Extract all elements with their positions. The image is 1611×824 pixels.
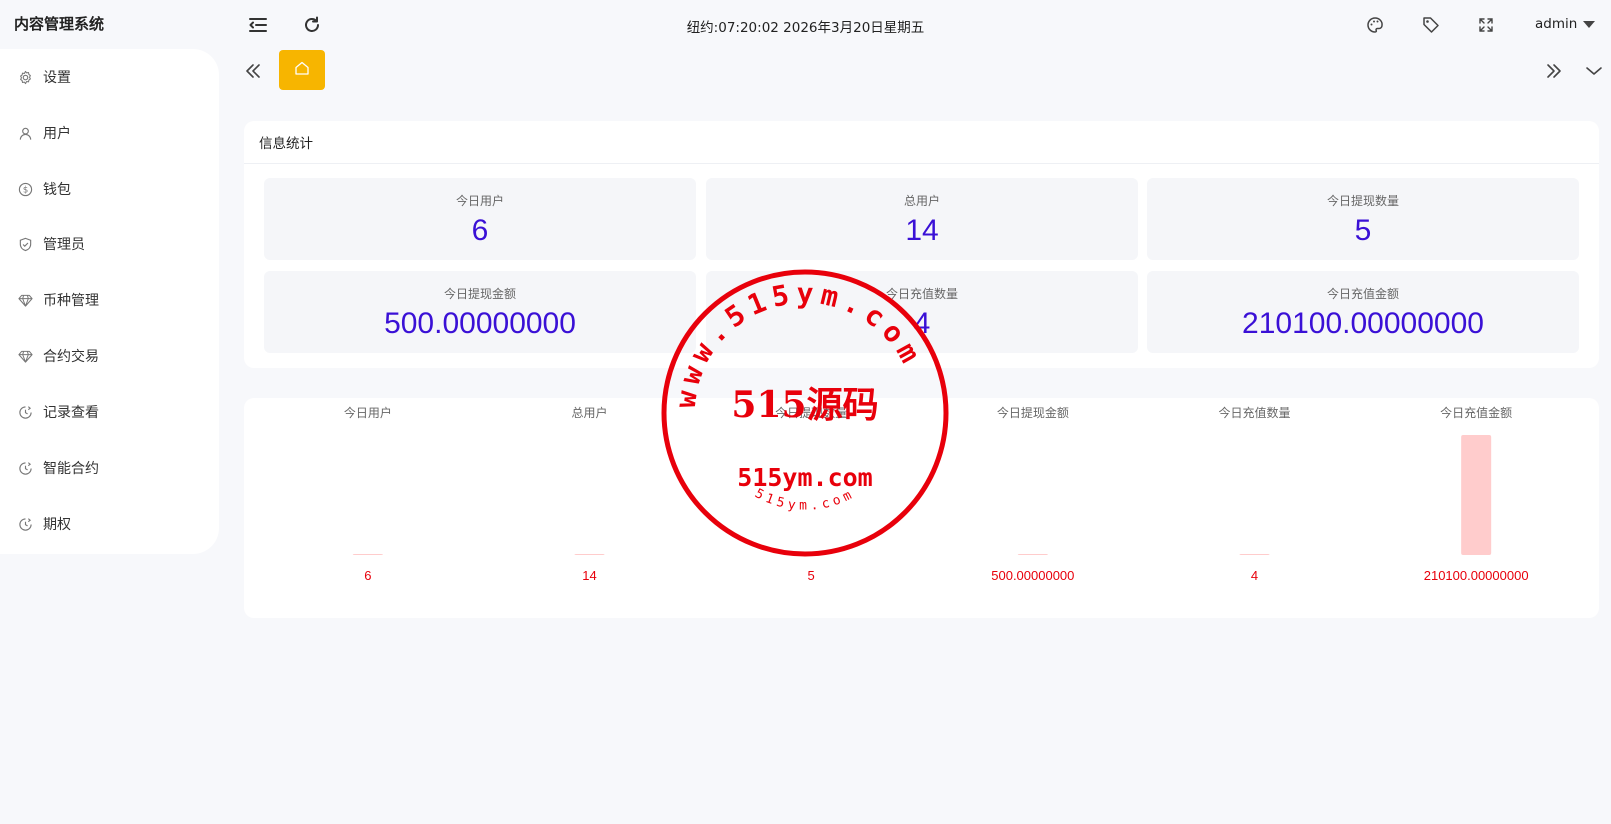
sidebar: 设置 用户 $ 钱包 管理员 币种管理 合约交易 记录查看 智能合约 期权 [0, 49, 219, 554]
tag-icon[interactable] [1420, 14, 1442, 36]
stat-value: 5 [1354, 214, 1372, 247]
divider [244, 163, 1599, 164]
sidebar-item-users[interactable]: 用户 [0, 115, 219, 151]
diamond-icon [17, 292, 33, 308]
stat-label: 总用户 [903, 194, 940, 208]
chart-value-label: 500.00000000 [991, 568, 1074, 583]
bar-chart: 今日用户 6 总用户 14 今日提现数量 5 今日提现金额 500.00000000 今日充值数… [344, 405, 1529, 583]
sidebar-item-options[interactable]: 期权 [0, 506, 219, 542]
sidebar-item-currency[interactable]: 币种管理 [0, 282, 219, 318]
sidebar-item-label: 管理员 [43, 237, 85, 253]
chart-bar [796, 554, 827, 555]
stat-label: 今日用户 [455, 194, 504, 208]
chart-category-label: 今日提现金额 [997, 405, 1069, 420]
tab-home[interactable] [279, 50, 325, 90]
fullscreen-icon[interactable] [1475, 14, 1497, 36]
gear-icon [17, 69, 33, 85]
sidebar-item-label: 用户 [43, 126, 71, 142]
diamond-icon [17, 348, 33, 364]
stat-today-users: 今日用户 6 [264, 178, 696, 260]
clock-icon [17, 404, 33, 420]
chart-value-label: 210100.00000000 [1424, 568, 1529, 583]
scroll-tabs-right-icon[interactable] [1541, 58, 1567, 84]
svg-text:$: $ [22, 184, 27, 194]
username: admin [1535, 16, 1578, 32]
sidebar-item-label: 钱包 [43, 182, 71, 198]
home-icon [294, 60, 310, 80]
menu-fold-icon[interactable] [247, 14, 269, 36]
sidebar-item-label: 合约交易 [43, 349, 99, 365]
stat-label: 今日提现金额 [443, 287, 516, 301]
chart-category-label: 今日充值数量 [1218, 405, 1290, 420]
stat-today-recharge-amount: 今日充值金额 210100.00000000 [1147, 271, 1579, 353]
stat-label: 今日充值金额 [1326, 287, 1399, 301]
sidebar-item-settings[interactable]: 设置 [0, 59, 219, 95]
chart-category-label: 总用户 [571, 405, 607, 420]
clock-icon [17, 516, 33, 532]
stat-today-recharge-count: 今日充值数量 4 [706, 271, 1138, 353]
stats-title: 信息统计 [259, 136, 313, 152]
chart-bar [1461, 435, 1492, 555]
chart-bar [352, 554, 383, 555]
user-menu[interactable]: admin [1535, 16, 1596, 32]
stat-today-withdraw-amount: 今日提现金额 500.00000000 [264, 271, 696, 353]
stat-value: 500.00000000 [384, 307, 576, 340]
sidebar-item-admin[interactable]: 管理员 [0, 226, 219, 262]
stat-value: 210100.00000000 [1242, 307, 1484, 340]
clock-icon [17, 460, 33, 476]
user-icon [17, 125, 33, 141]
scroll-tabs-left-icon[interactable] [240, 58, 266, 84]
chart-bar [1239, 554, 1270, 555]
sidebar-item-label: 币种管理 [43, 293, 99, 309]
chart-category-label: 今日充值金额 [1440, 405, 1512, 420]
sidebar-item-records[interactable]: 记录查看 [0, 394, 219, 430]
stat-label: 今日提现数量 [1326, 194, 1399, 208]
chart-category-label: 今日用户 [344, 405, 392, 420]
sidebar-item-smart-contract[interactable]: 智能合约 [0, 450, 219, 486]
sidebar-item-wallet[interactable]: $ 钱包 [0, 171, 219, 207]
stats-card: 信息统计 今日用户 6 总用户 14 今日提现数量 5 今日提现金额 500.0… [244, 121, 1599, 368]
chart-bar [574, 554, 605, 555]
tabs-dropdown-icon[interactable] [1581, 58, 1607, 84]
palette-icon[interactable] [1364, 14, 1386, 36]
coin-icon: $ [17, 181, 33, 197]
sidebar-item-contract-trade[interactable]: 合约交易 [0, 338, 219, 374]
chart-value-label: 6 [364, 568, 371, 583]
chart-value-label: 5 [808, 568, 815, 583]
sidebar-item-label: 设置 [43, 70, 71, 86]
chart-bar [1017, 554, 1048, 555]
refresh-icon[interactable] [301, 14, 323, 36]
sidebar-item-label: 智能合约 [43, 461, 99, 477]
stat-value: 4 [913, 307, 931, 340]
chart-category-label: 今日提现数量 [775, 405, 847, 420]
stat-value: 6 [471, 214, 489, 247]
chart-value-label: 4 [1251, 568, 1258, 583]
stat-today-withdraw-count: 今日提现数量 5 [1147, 178, 1579, 260]
shield-icon [17, 236, 33, 252]
app-title: 内容管理系统 [14, 15, 105, 33]
sidebar-item-label: 期权 [43, 517, 71, 533]
chart-card: 今日用户 6 总用户 14 今日提现数量 5 今日提现金额 500.00000000 今日充值数… [244, 398, 1599, 618]
stat-total-users: 总用户 14 [706, 178, 1138, 260]
chart-value-label: 14 [582, 568, 596, 583]
caret-down-icon [1583, 20, 1596, 28]
stat-label: 今日充值数量 [885, 287, 958, 301]
stat-value: 14 [905, 214, 939, 247]
sidebar-item-label: 记录查看 [43, 405, 99, 421]
